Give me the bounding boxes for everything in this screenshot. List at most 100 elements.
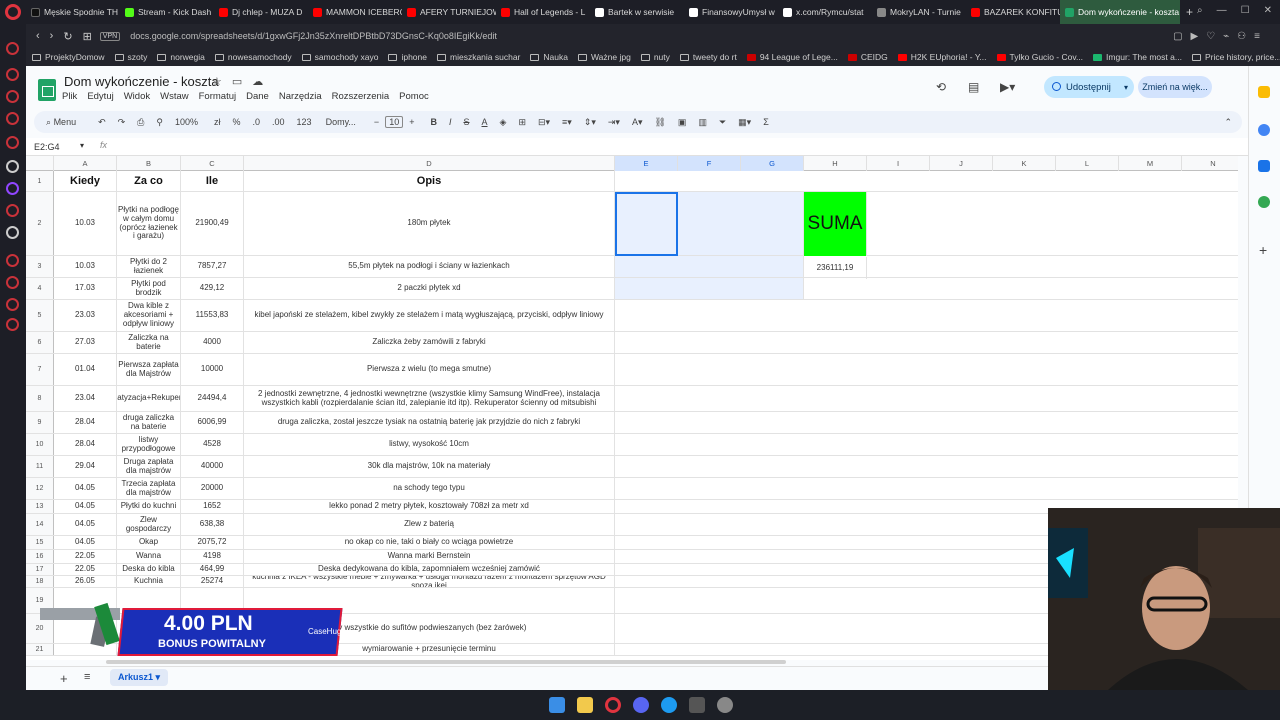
cell[interactable]: druga zaliczka, został jeszcze tysiak na… xyxy=(244,412,615,433)
bookmark-item[interactable]: ProjektyDomow xyxy=(32,52,105,62)
column-header[interactable]: N xyxy=(1182,156,1238,171)
minimize-icon[interactable]: — xyxy=(1217,5,1227,16)
app-icon[interactable] xyxy=(661,697,677,713)
cell[interactable]: no okap co nie, taki o biały co wciąga p… xyxy=(244,536,615,549)
cell[interactable]: lekko ponad 2 metry płytek, kosztowały 7… xyxy=(244,500,615,513)
settings-icon[interactable] xyxy=(717,697,733,713)
cell[interactable]: Pierwsza z wielu (to mega smutne) xyxy=(244,354,615,385)
plus-icon[interactable]: + xyxy=(409,117,414,127)
cell[interactable]: Płytki na podłogę w całym domu (oprócz ł… xyxy=(117,192,181,255)
sidebar-app-icon[interactable] xyxy=(6,254,19,267)
search-tabs-icon[interactable]: ⌕ xyxy=(1197,5,1203,16)
vpn-badge[interactable]: VPN xyxy=(99,31,121,41)
cell[interactable]: Płytki do kuchni xyxy=(117,500,181,513)
discord-icon[interactable] xyxy=(633,697,649,713)
row-header[interactable]: 7 xyxy=(26,354,54,385)
star-icon[interactable]: ☆ xyxy=(212,75,222,88)
cell[interactable]: Kiedy xyxy=(54,171,117,191)
bookmark-item[interactable]: nowesamochody xyxy=(214,52,292,62)
selected-range[interactable] xyxy=(615,278,804,299)
column-header[interactable]: M xyxy=(1119,156,1182,171)
cell[interactable]: druga zaliczka na baterie xyxy=(117,412,181,433)
cell[interactable]: 28.04 xyxy=(54,434,117,455)
bookmark-item[interactable]: CEIDG xyxy=(847,52,888,62)
sidebar-app-icon[interactable] xyxy=(6,68,19,81)
cell[interactable]: 40000 xyxy=(181,456,244,477)
column-header[interactable]: G xyxy=(741,156,804,171)
bookmark-item[interactable]: szoty xyxy=(114,52,147,62)
cell[interactable]: Kuchnia xyxy=(117,576,181,587)
suma-value-cell[interactable]: 236111,19 xyxy=(804,257,867,279)
font-select[interactable]: Domy... xyxy=(326,117,356,127)
cell[interactable]: 23.03 xyxy=(54,300,117,331)
opera-icon[interactable] xyxy=(605,697,621,713)
share-button[interactable]: Udostępnij ▾ xyxy=(1044,76,1134,98)
bookmark-item[interactable]: Tylko Gucio - Cov... xyxy=(996,52,1083,62)
column-header[interactable]: D xyxy=(244,156,615,171)
cell[interactable]: 04.05 xyxy=(54,536,117,549)
cell[interactable]: listwy, wysokość 10cm xyxy=(244,434,615,455)
collapse-icon[interactable]: ⌃ xyxy=(1224,117,1232,128)
bookmark-item[interactable]: Price history, price... xyxy=(1191,52,1280,62)
cell[interactable]: 26.05 xyxy=(54,576,117,587)
cell[interactable]: Ile xyxy=(181,171,244,191)
sheets-logo-icon[interactable] xyxy=(38,79,56,101)
cell[interactable]: Deska do kibla xyxy=(117,564,181,575)
comment-add-icon[interactable]: ▣ xyxy=(678,117,687,128)
select-all-corner[interactable] xyxy=(26,156,54,171)
grid-icon[interactable]: ⊞ xyxy=(83,30,92,43)
cell[interactable]: 17.03 xyxy=(54,278,117,299)
borders-icon[interactable]: ⊞ xyxy=(518,117,526,128)
cell[interactable]: 27.03 xyxy=(54,332,117,353)
browser-tab[interactable]: Stream - Kick Dash xyxy=(120,0,214,24)
app-icon[interactable] xyxy=(689,697,705,713)
menu-view[interactable]: Widok xyxy=(124,91,150,102)
text-color-icon[interactable]: A xyxy=(482,117,488,127)
cell[interactable]: Zlew z baterią xyxy=(244,514,615,535)
menu-file[interactable]: Plik xyxy=(62,91,77,102)
sidebar-twitch-icon[interactable] xyxy=(6,182,19,195)
browser-tab[interactable]: BAZAREK KONFITU xyxy=(966,0,1060,24)
reload-icon[interactable]: ↻ xyxy=(63,30,72,43)
sidebar-app-icon[interactable] xyxy=(6,160,19,173)
number-format-button[interactable]: 123 xyxy=(297,117,312,127)
bookmark-item[interactable]: tweety do rt xyxy=(679,52,737,62)
bookmark-item[interactable]: samochody xayo xyxy=(301,52,378,62)
cell[interactable]: Wanna marki Bernstein xyxy=(244,550,615,563)
column-header[interactable]: J xyxy=(930,156,993,171)
print-icon[interactable]: ⎙ xyxy=(137,117,144,128)
cell[interactable]: Klimatyzacja+Rekuperator xyxy=(117,386,181,411)
cell[interactable]: 25274 xyxy=(181,576,244,587)
row-header[interactable]: 8 xyxy=(26,386,54,411)
maps-icon[interactable] xyxy=(1258,196,1270,208)
sidebar-app-icon[interactable] xyxy=(6,204,19,217)
cell[interactable]: 21900,49 xyxy=(181,192,244,255)
italic-icon[interactable]: I xyxy=(449,117,452,127)
add-addon-icon[interactable]: + xyxy=(1259,242,1267,258)
column-header[interactable]: E xyxy=(615,156,678,171)
cell[interactable]: 01.04 xyxy=(54,354,117,385)
horizontal-scrollbar[interactable] xyxy=(106,660,786,664)
url-field[interactable]: docs.google.com/spreadsheets/d/1gxwGFj2J… xyxy=(130,31,497,41)
new-tab-icon[interactable]: + xyxy=(1186,5,1193,19)
sidebar-settings-icon[interactable] xyxy=(6,318,19,331)
zoom-select[interactable]: 100% xyxy=(175,117,198,127)
bookmark-item[interactable]: Imgur: The most a... xyxy=(1093,52,1182,62)
cell[interactable]: 2 paczki płytek xd xyxy=(244,278,615,299)
fill-color-icon[interactable]: ◈ xyxy=(500,117,507,128)
column-header[interactable]: A xyxy=(54,156,117,171)
valign-icon[interactable]: ⇕▾ xyxy=(584,117,596,128)
sidebar-app-icon[interactable] xyxy=(6,276,19,289)
cell[interactable]: 11553,83 xyxy=(181,300,244,331)
browser-tab[interactable]: MAMMON ICEBERG xyxy=(308,0,402,24)
selected-range[interactable] xyxy=(615,192,804,255)
cell[interactable]: kibel japoński ze stelażem, kibel zwykły… xyxy=(244,300,615,331)
wrap-icon[interactable]: ⇥▾ xyxy=(608,117,620,128)
cell[interactable]: 4528 xyxy=(181,434,244,455)
cell[interactable]: Trzecia zapłata dla majstrów xyxy=(117,478,181,499)
add-sheet-icon[interactable]: + xyxy=(60,671,68,686)
sidebar-x-icon[interactable] xyxy=(6,226,19,239)
forward-icon[interactable]: › xyxy=(50,30,54,42)
cell[interactable]: 2075,72 xyxy=(181,536,244,549)
file-explorer-icon[interactable] xyxy=(577,697,593,713)
